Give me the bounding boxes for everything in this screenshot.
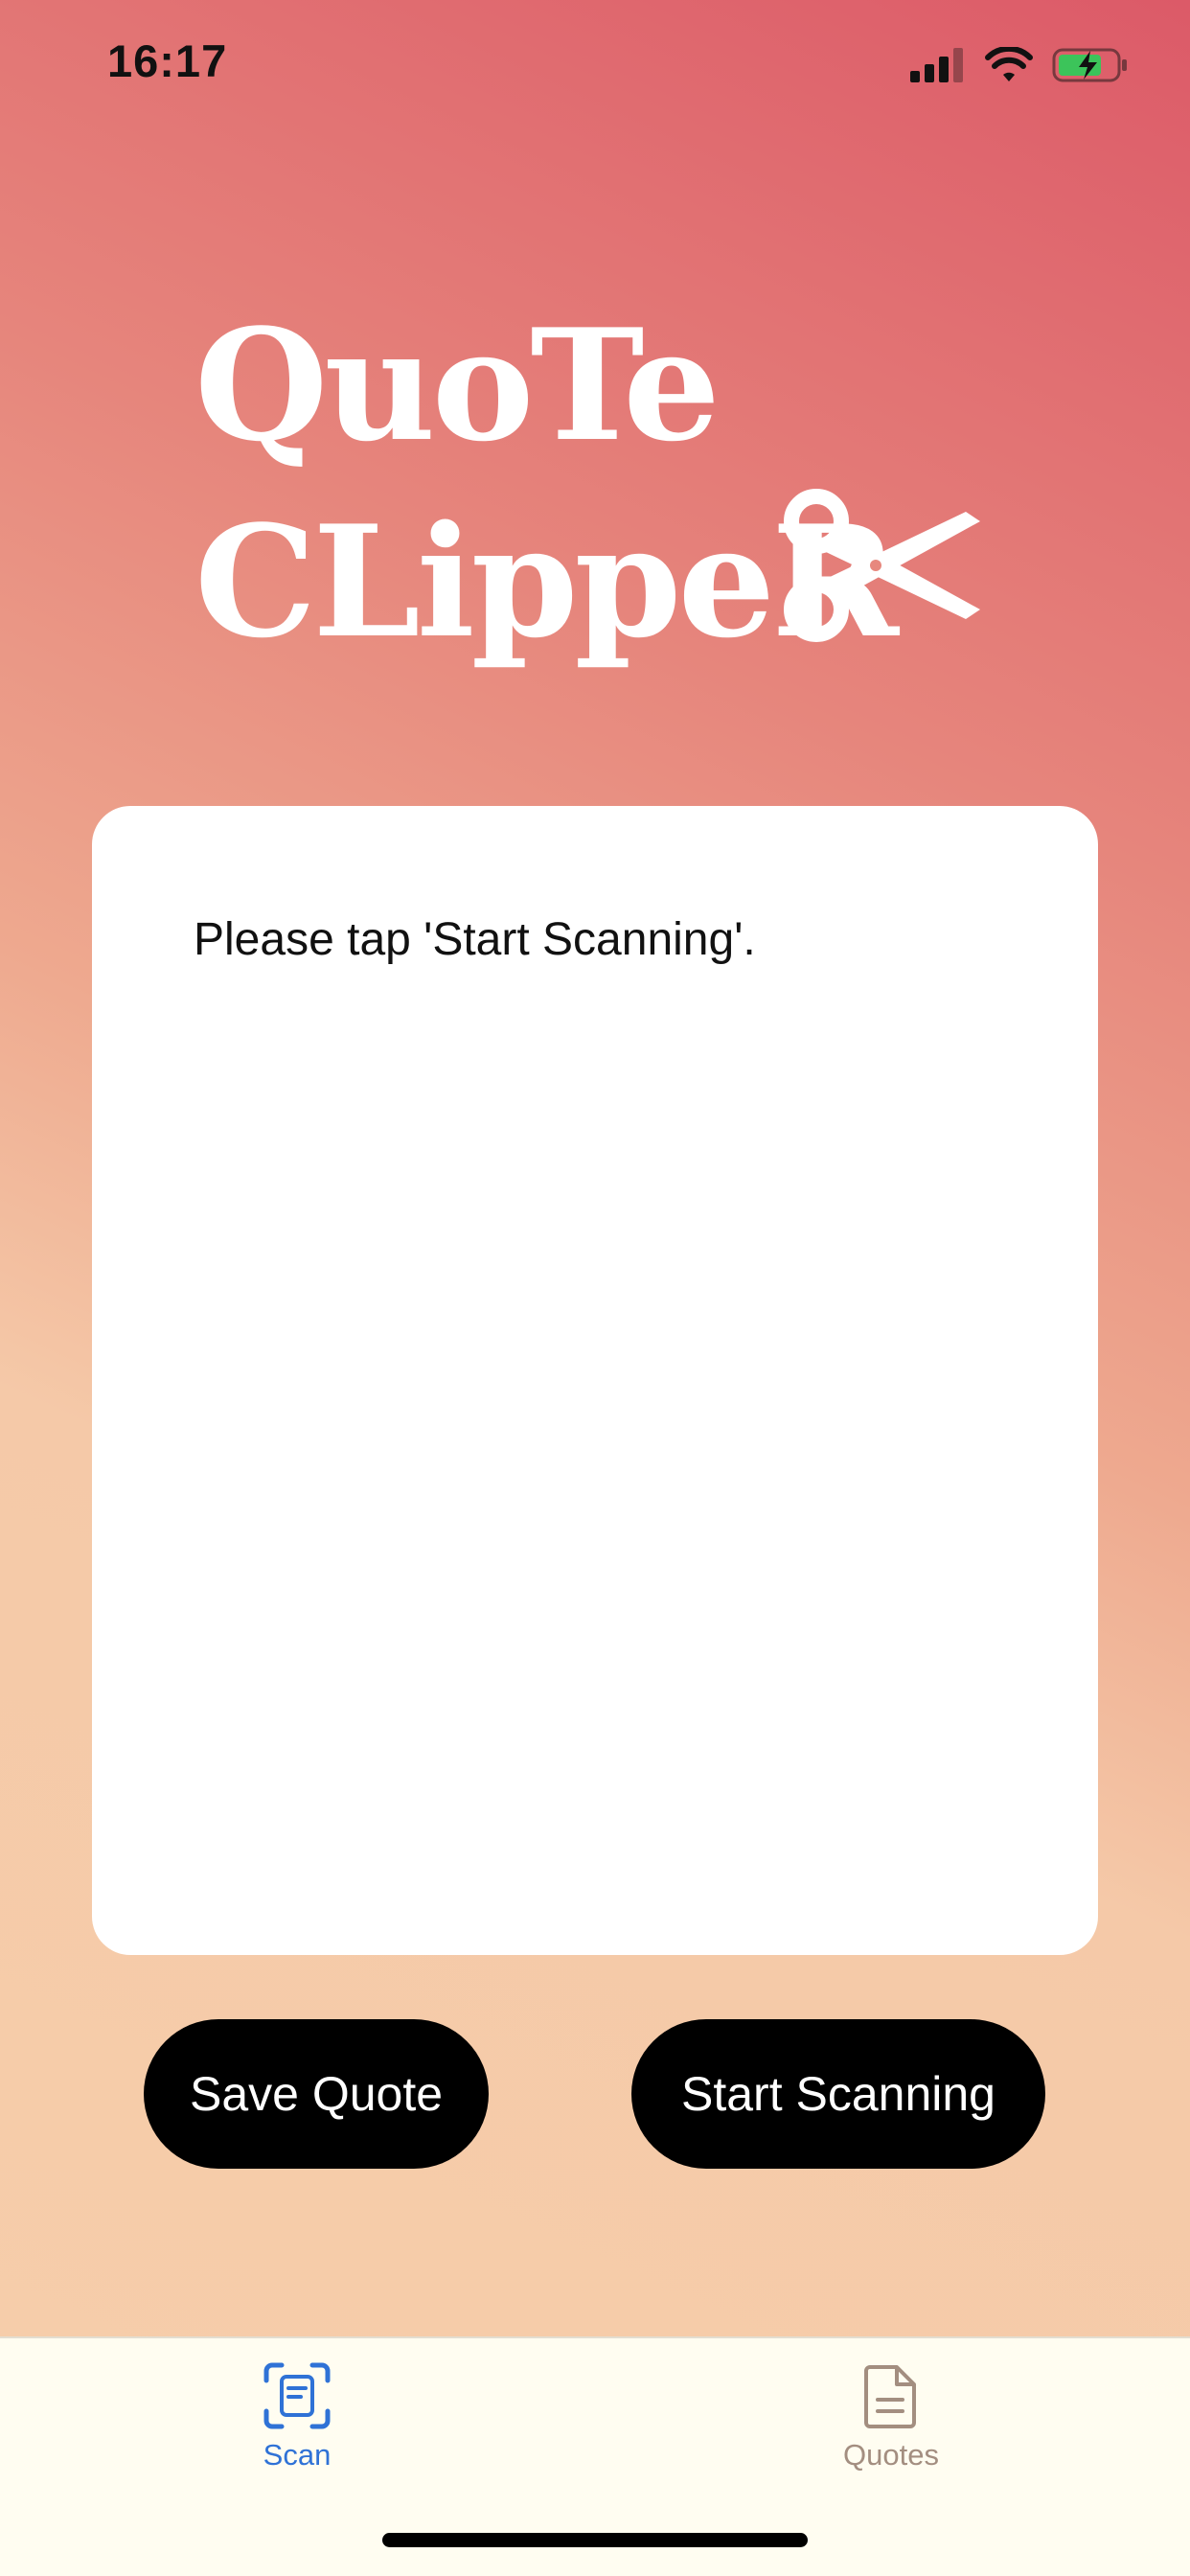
tab-scan-label: Scan	[263, 2438, 332, 2472]
document-icon	[864, 2365, 916, 2428]
title-line-1: QuoTe	[195, 295, 721, 475]
tab-quotes[interactable]: Quotes	[776, 2361, 1006, 2472]
status-time: 16:17	[107, 35, 228, 86]
home-indicator	[382, 2533, 808, 2547]
scan-document-icon	[263, 2362, 331, 2429]
wifi-icon	[985, 47, 1033, 81]
scissors-icon	[784, 489, 980, 642]
tab-quotes-label: Quotes	[843, 2438, 939, 2472]
status-icons	[910, 42, 1129, 88]
tab-scan[interactable]: Scan	[182, 2361, 412, 2472]
battery-charging-icon	[1052, 48, 1127, 82]
cellular-signal-icon	[910, 48, 963, 82]
scan-result-card: Please tap 'Start Scanning'.	[92, 806, 1098, 1955]
app-screen: 16:17 QuoTe CLippeR Please tap 'Start Sc…	[0, 0, 1190, 2576]
save-quote-button[interactable]: Save Quote	[144, 2019, 489, 2169]
start-scanning-button[interactable]: Start Scanning	[631, 2019, 1045, 2169]
scan-result-text: Please tap 'Start Scanning'.	[194, 914, 756, 965]
